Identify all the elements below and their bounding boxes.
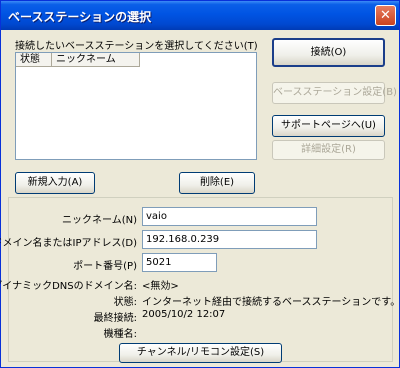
title-bar[interactable]: ベースステーションの選択 ✕ xyxy=(1,1,399,30)
base-station-list[interactable]: 状態 ニックネーム xyxy=(15,52,257,160)
domain-field[interactable]: 192.168.0.239 xyxy=(142,230,317,249)
column-header-nickname[interactable]: ニックネーム xyxy=(52,53,140,67)
port-label: ポート番号(P) xyxy=(73,261,137,272)
domain-label: ドメイン名またはIPアドレス(D) xyxy=(0,238,137,249)
nickname-field[interactable]: vaio xyxy=(142,207,317,226)
base-station-settings-button[interactable]: ベースステーション設定(B) xyxy=(272,82,397,104)
nickname-label: ニックネーム(N) xyxy=(62,215,137,226)
close-button[interactable]: ✕ xyxy=(375,5,396,26)
window-title: ベースステーションの選択 xyxy=(8,10,152,24)
delete-button[interactable]: 削除(E) xyxy=(179,172,255,194)
new-entry-button[interactable]: 新規入力(A) xyxy=(15,172,95,194)
dyndns-value: <無効> xyxy=(142,281,179,292)
model-name-label: 機種名: xyxy=(103,329,137,340)
last-connection-value: 2005/10/2 12:07 xyxy=(142,309,226,320)
last-connection-label: 最終接続: xyxy=(93,313,137,324)
status-label: 状態: xyxy=(113,297,137,308)
column-header-nickname-label: ニックネーム xyxy=(56,54,116,65)
list-label: 接続したいベースステーションを選択してください(T) xyxy=(15,41,258,52)
column-header-status-label: 状態 xyxy=(20,54,40,65)
status-value: インターネット経由で接続するベースステーションです。 xyxy=(142,297,400,308)
close-icon: ✕ xyxy=(380,8,391,23)
dialog-window: ベースステーションの選択 ✕ 接続したいベースステーションを選択してください(T… xyxy=(0,0,400,368)
support-page-button[interactable]: サポートページへ(U) xyxy=(272,115,385,137)
port-field[interactable]: 5021 xyxy=(142,253,217,272)
column-header-status[interactable]: 状態 xyxy=(16,53,52,67)
dyndns-label: ダイナミックDNSのドメイン名: xyxy=(0,281,137,292)
connect-button[interactable]: 接続(O) xyxy=(272,38,385,67)
advanced-settings-button[interactable]: 詳細設定(R) xyxy=(272,140,385,160)
channel-remote-settings-button[interactable]: チャンネル/リモコン設定(S) xyxy=(119,343,282,363)
